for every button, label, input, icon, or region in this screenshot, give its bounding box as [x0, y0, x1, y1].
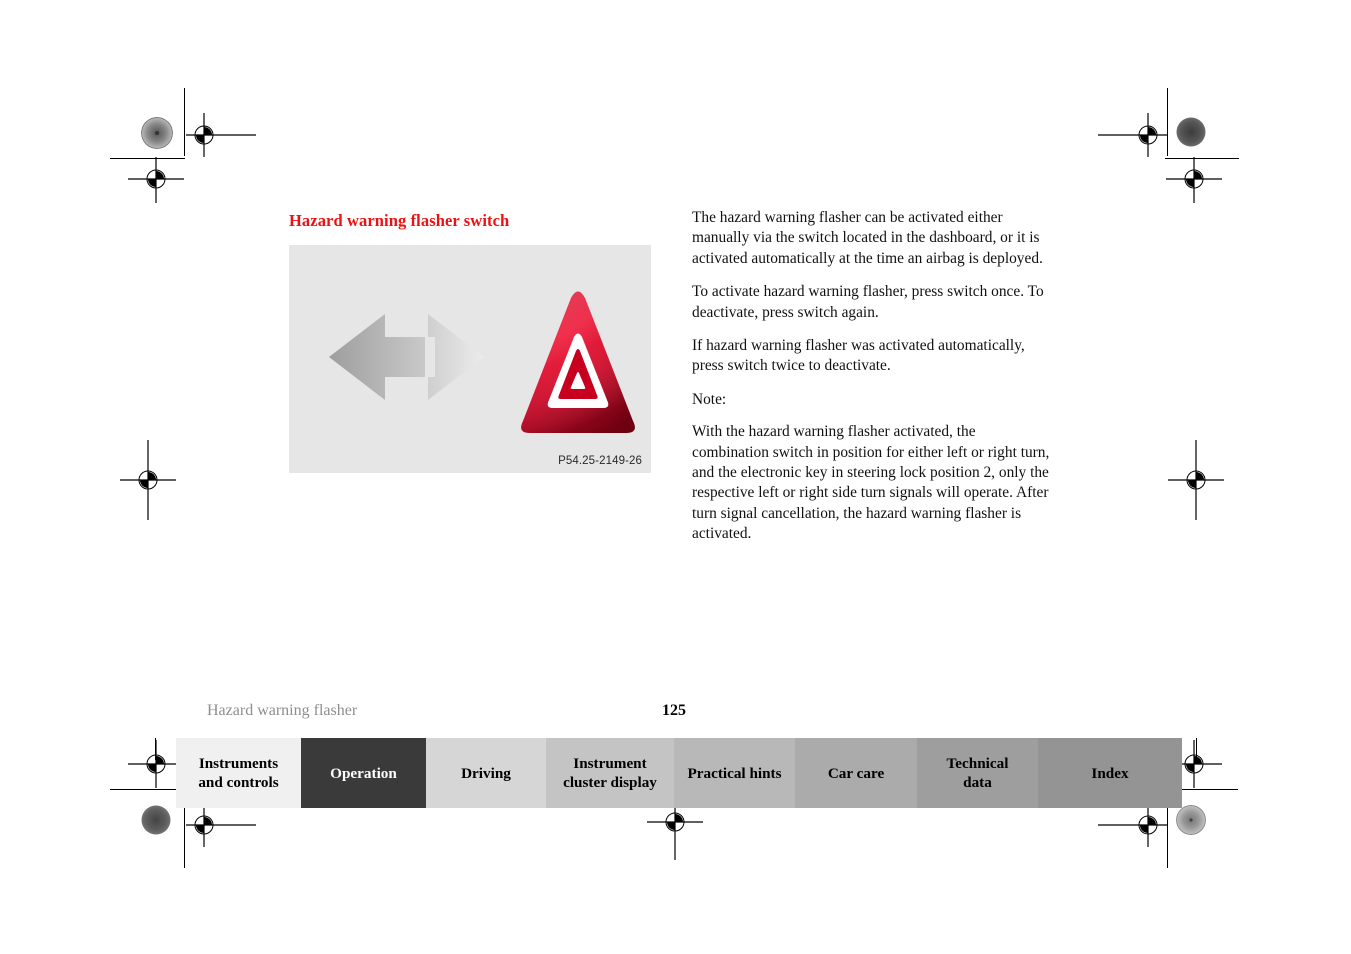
page-content: Hazard warning flasher switch P54.25-214… [0, 0, 1351, 954]
tab-label-line: Instrument [573, 755, 647, 772]
figure-hazard-warning-switch: P54.25-2149-26 [289, 245, 651, 473]
tab-technical-data[interactable]: Technical data [917, 738, 1038, 808]
tab-index[interactable]: Index [1038, 738, 1182, 808]
tab-label-line: and controls [198, 774, 279, 791]
paragraph-activate-deactivate: To activate hazard warning flasher, pres… [692, 283, 1044, 321]
page-footer: Hazard warning flasher 125 [207, 702, 1180, 724]
figure-reference-id: P54.25-2149-26 [558, 455, 642, 467]
tab-label-line: Practical hints [687, 764, 782, 782]
left-turn-arrow-icon [329, 314, 425, 400]
tab-label-line: Instruments [198, 755, 279, 772]
paragraph-auto-deactivate: If hazard warning flasher was activated … [692, 337, 1025, 375]
footer-running-title: Hazard warning flasher [207, 702, 358, 719]
page-number: 125 [662, 702, 686, 719]
note-label: Note: [692, 390, 727, 408]
tab-operation[interactable]: Operation [301, 738, 426, 808]
tab-label-line: Index [1091, 764, 1129, 782]
tab-label-line: Operation [330, 764, 397, 782]
tab-label-line: cluster display [563, 774, 657, 791]
hazard-warning-button[interactable] [521, 291, 635, 434]
tab-instrument-cluster-display[interactable]: Instrument cluster display [546, 738, 674, 808]
tab-label-line: Technical [946, 755, 1009, 772]
tab-car-care[interactable]: Car care [795, 738, 917, 808]
paragraph-note-body: With the hazard warning flasher activate… [692, 423, 1050, 543]
paragraph-activation-overview: The hazard warning flasher can be activa… [692, 209, 1043, 267]
tab-practical-hints[interactable]: Practical hints [674, 738, 795, 808]
tab-label-line: Car care [827, 764, 885, 782]
section-heading: Hazard warning flasher switch [289, 211, 510, 230]
tab-label-line: Driving [461, 764, 511, 782]
tab-label-line: data [963, 774, 992, 791]
chapter-tab-bar[interactable]: Instruments and controls Operation Driving I… [176, 738, 1182, 808]
body-text-column: The hazard warning flasher can be activa… [692, 208, 1056, 545]
right-turn-arrow-icon [428, 314, 484, 400]
hazard-switch-illustration [329, 291, 635, 434]
tab-driving[interactable]: Driving [426, 738, 546, 808]
tab-instruments-and-controls[interactable]: Instruments and controls [176, 738, 301, 808]
manual-page: Hazard warning flasher switch P54.25-214… [0, 0, 1351, 954]
